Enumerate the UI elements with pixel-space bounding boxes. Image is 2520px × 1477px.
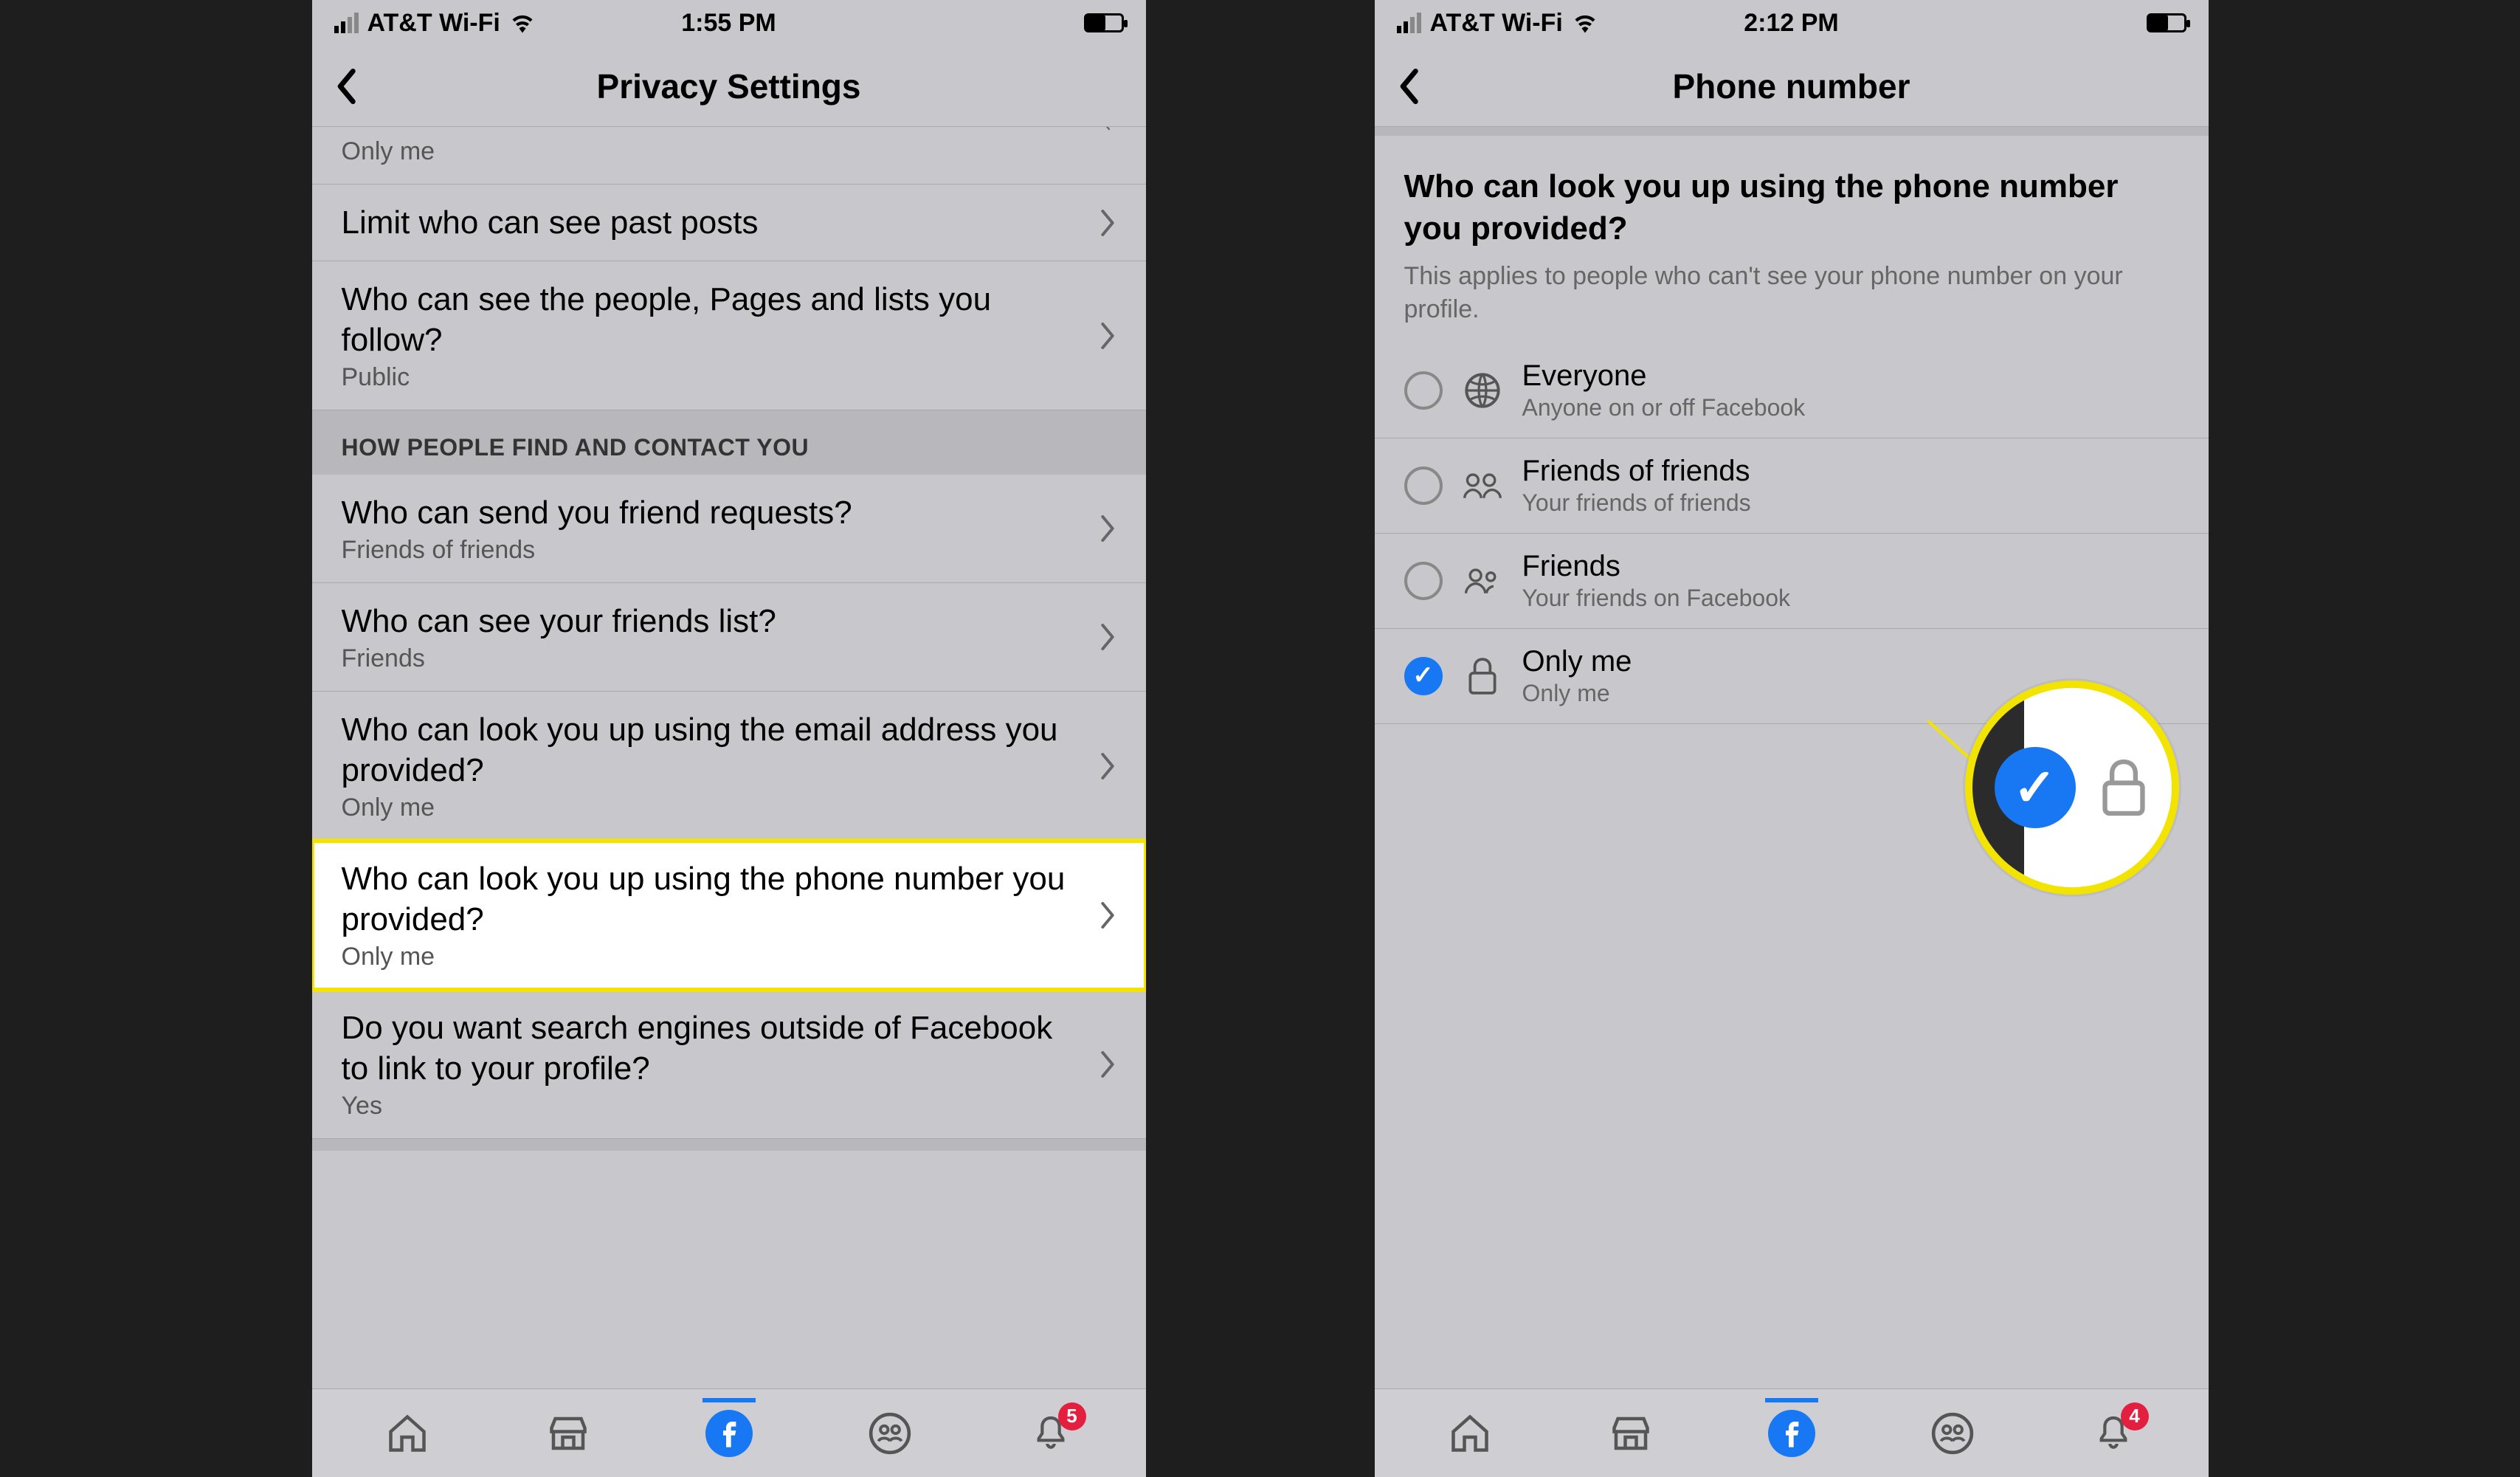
carrier-label: AT&T Wi-Fi [367,9,500,38]
tab-facebook[interactable] [1765,1407,1818,1460]
section-header-contact: HOW PEOPLE FIND AND CONTACT YOU [312,410,1146,475]
chevron-right-icon [1099,622,1116,652]
tab-home[interactable] [381,1407,434,1460]
battery-icon [1084,13,1124,32]
tab-marketplace[interactable] [542,1407,595,1460]
tab-home[interactable] [1443,1407,1497,1460]
settings-row-friend-requests[interactable]: Who can send you friend requests? Friend… [312,475,1146,583]
friends-icon [1462,560,1503,602]
wifi-icon [1572,13,1598,33]
back-button[interactable] [334,69,356,104]
settings-row-lookup-phone[interactable]: Who can look you up using the phone numb… [312,841,1146,990]
back-button[interactable] [1397,69,1419,104]
chevron-right-icon [1099,514,1116,543]
row-subtitle: Only me [342,137,1066,166]
radio-selected[interactable] [1404,657,1443,695]
radio-unselected[interactable] [1404,371,1443,410]
settings-row-partial[interactable]: Only me [312,127,1146,185]
question-block: Who can look you up using the phone numb… [1375,136,2209,343]
settings-row-lookup-email[interactable]: Who can look you up using the email addr… [312,692,1146,841]
tab-notifications[interactable]: 4 [2087,1407,2140,1460]
row-title: Do you want search engines outside of Fa… [342,1008,1069,1089]
row-title: Who can look you up using the phone numb… [342,858,1069,940]
wifi-icon [509,13,536,33]
settings-row-limit-past-posts[interactable]: Limit who can see past posts [312,185,1146,261]
checkmark-icon: ✓ [1995,747,2076,828]
option-everyone[interactable]: Everyone Anyone on or off Facebook [1375,343,2209,438]
notification-badge: 5 [1058,1402,1086,1430]
settings-row-friends-list[interactable]: Who can see your friends list? Friends [312,583,1146,692]
nav-header: Privacy Settings [312,46,1146,127]
phone-phone-number-privacy: AT&T Wi-Fi 2:12 PM Phone number Who can … [1375,0,2209,1477]
row-title: Limit who can see past posts [342,202,1069,243]
tab-marketplace[interactable] [1604,1407,1657,1460]
row-subtitle: Yes [342,1092,1069,1120]
settings-row-search-engines[interactable]: Do you want search engines outside of Fa… [312,990,1146,1139]
radio-unselected[interactable] [1404,466,1443,505]
option-desc: Your friends of friends [1522,489,2179,517]
row-title: Who can see the people, Pages and lists … [342,279,1069,360]
nav-header: Phone number [1375,46,2209,127]
active-indicator [1765,1398,1818,1402]
chevron-right-icon [1099,751,1116,781]
chevron-right-icon [1099,901,1116,930]
row-title: Who can send you friend requests? [342,492,1069,533]
status-bar: AT&T Wi-Fi 1:55 PM [312,0,1146,46]
globe-icon [1462,370,1503,411]
carrier-label: AT&T Wi-Fi [1430,9,1563,38]
chevron-right-icon [1099,208,1116,238]
option-label: Friends [1522,550,2179,583]
lock-icon [1462,655,1503,697]
row-subtitle: Friends [342,644,1069,673]
clock: 2:12 PM [1744,9,1839,38]
option-friends[interactable]: Friends Your friends on Facebook [1375,534,2209,629]
tab-groups[interactable] [863,1407,916,1460]
signal-icon [1397,13,1421,33]
tab-notifications[interactable]: 5 [1024,1407,1077,1460]
page-title: Privacy Settings [597,66,861,106]
option-label: Only me [1522,645,2179,678]
page-title: Phone number [1672,66,1910,106]
settings-row-who-can-see-follow[interactable]: Who can see the people, Pages and lists … [312,261,1146,410]
callout-magnifier: ✓ [1965,681,2179,895]
signal-icon [334,13,359,33]
chevron-right-icon [1099,1050,1116,1079]
bottom-tab-bar: 4 [1375,1388,2209,1477]
question-title: Who can look you up using the phone numb… [1404,165,2179,249]
clock: 1:55 PM [681,9,776,38]
row-subtitle: Only me [342,943,1069,971]
tab-facebook[interactable] [703,1407,756,1460]
notification-badge: 4 [2121,1402,2149,1430]
tab-groups[interactable] [1926,1407,1979,1460]
friends-of-friends-icon [1462,465,1503,506]
lock-icon [2098,754,2150,821]
active-indicator [703,1398,756,1402]
radio-unselected[interactable] [1404,562,1443,600]
status-bar: AT&T Wi-Fi 2:12 PM [1375,0,2209,46]
option-desc: Anyone on or off Facebook [1522,394,2179,421]
phone-privacy-settings: AT&T Wi-Fi 1:55 PM Privacy Settings Only… [312,0,1146,1477]
row-title: Who can look you up using the email addr… [342,709,1069,791]
chevron-right-icon [1096,127,1116,137]
option-label: Friends of friends [1522,455,2179,488]
question-description: This applies to people who can't see you… [1404,260,2179,325]
row-subtitle: Only me [342,793,1069,822]
row-subtitle: Friends of friends [342,536,1069,565]
option-label: Everyone [1522,359,2179,393]
row-subtitle: Public [342,363,1069,392]
bottom-tab-bar: 5 [312,1388,1146,1477]
option-desc: Your friends on Facebook [1522,585,2179,612]
chevron-right-icon [1099,321,1116,351]
battery-icon [2147,13,2186,32]
row-title: Who can see your friends list? [342,601,1069,641]
option-friends-of-friends[interactable]: Friends of friends Your friends of frien… [1375,438,2209,534]
